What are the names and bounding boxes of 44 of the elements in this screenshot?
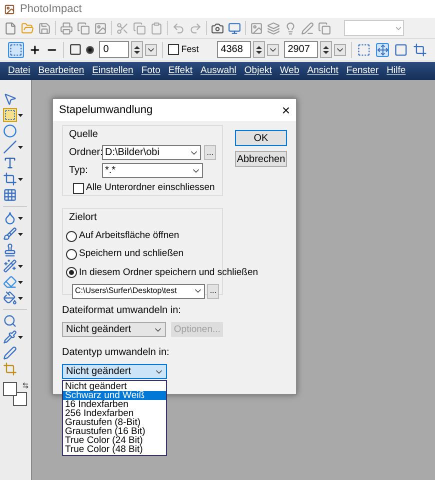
menu-item[interactable]: Effekt [168,64,192,78]
fixed-label: Fest [181,42,199,56]
type-label: Typ: [69,164,89,178]
browse-button[interactable]: ... [204,145,216,160]
list-item[interactable]: 16 Indexfarben [63,400,166,409]
list-item[interactable]: True Color (48 Bit) [63,445,166,454]
menu-item[interactable]: Bearbeiten [38,64,84,78]
radio-label: In diesem Ordner speichern und schließen [79,266,258,280]
menu-item[interactable]: Ansicht [307,64,338,78]
number-field[interactable]: 0 [99,41,130,58]
datatype-label: Datentyp umwandeln in: [62,346,170,360]
menu-item[interactable]: Einstellen [92,64,134,78]
window-title: PhotoImpact [20,2,82,17]
menu-item[interactable]: Auswahl [200,64,236,78]
checkbox-label: Alle Unterordner einschliessen [86,181,215,195]
menu-item[interactable]: Foto [141,64,160,78]
menu-item[interactable]: Web [280,64,300,78]
dialog-button[interactable]: Abbrechen [235,151,287,167]
menu-item[interactable]: Objekt [244,64,272,78]
menu-item[interactable]: Hilfe [386,64,406,78]
menu-item[interactable]: Datei [8,64,30,78]
list-item[interactable]: True Color (24 Bit) [63,436,166,445]
list-item[interactable]: Graustufen (8-Bit) [63,418,166,427]
radio-label: Auf Arbeitsfläche öffnen [79,229,180,243]
group-label: Zielort [68,211,98,225]
number-field[interactable]: 4368 [216,41,251,58]
dialog-button[interactable]: OK [235,130,287,146]
format-dropdown[interactable]: Nicht geändert [62,322,166,337]
list-item[interactable]: Schwarz und Weiß [63,391,166,400]
menu-item[interactable]: Fenster [346,64,379,78]
close-button[interactable]: × [282,103,290,117]
list-item[interactable]: Nicht geändert [63,382,166,391]
folder-field[interactable]: D:\Bilder\obi [102,145,202,160]
list-item[interactable]: 256 Indexfarben [63,409,166,418]
number-field[interactable]: 2907 [284,41,318,58]
dialog-title: Stapelumwandlung [59,102,153,118]
list-item[interactable]: Graustufen (16 Bit) [63,427,166,436]
group-label: Quelle [69,128,99,142]
radio-label: Speichern und schließen [79,247,184,262]
format-label: Dateiformat umwandeln in: [62,304,182,318]
path-field[interactable]: C:\Users\Surfer\Desktop\test [72,284,206,299]
type-field[interactable]: *.* [102,163,203,178]
browse-button[interactable]: ... [207,284,219,299]
datatype-dropdown[interactable]: Nicht geändert [62,364,167,379]
